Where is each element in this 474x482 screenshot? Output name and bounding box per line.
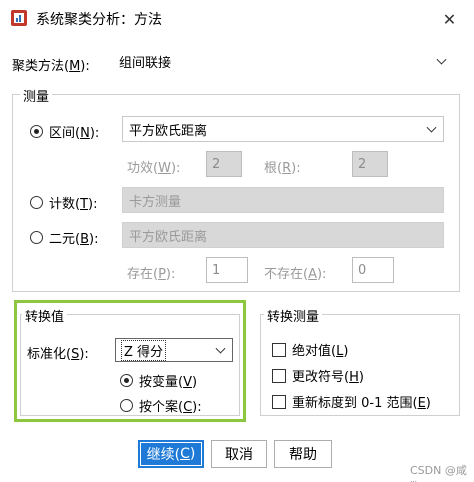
cancel-button[interactable]: 取消: [211, 440, 267, 468]
binary-measure-select[interactable]: 平方欧氏距离: [122, 222, 444, 248]
help-button[interactable]: 帮助: [274, 440, 332, 468]
root-field[interactable]: 2: [352, 151, 388, 177]
root-label: 根(R):: [264, 161, 301, 176]
radio-selected-icon: [30, 125, 43, 138]
binary-label: 二元(B):: [49, 232, 99, 247]
standardize-select[interactable]: Z 得分: [115, 338, 233, 362]
cluster-method-select[interactable]: 组间联接: [112, 48, 454, 74]
interval-radio[interactable]: 区间(N):: [30, 122, 99, 141]
transform-values-legend: 转换值: [22, 306, 68, 325]
binary-radio[interactable]: 二元(B):: [30, 228, 98, 247]
change-sign-checkbox[interactable]: 更改符号(H): [272, 366, 364, 385]
continue-button[interactable]: 继续(C): [138, 440, 204, 468]
checkbox-unchecked-icon: [272, 368, 286, 383]
standardize-label: 标准化(S):: [27, 347, 89, 362]
interval-measure-value: 平方欧氏距离: [129, 123, 208, 139]
counts-radio[interactable]: 计数(T):: [30, 193, 97, 212]
cluster-method-label: 聚类方法(M):: [12, 59, 90, 74]
present-field[interactable]: 1: [206, 257, 248, 283]
interval-measure-select[interactable]: 平方欧氏距离: [122, 116, 444, 142]
chevron-down-icon: [426, 122, 437, 133]
power-field[interactable]: 2: [206, 151, 242, 177]
counts-label: 计数(T):: [49, 197, 98, 212]
by-case-label: 按个案(C):: [139, 400, 202, 415]
close-icon: ✕: [442, 9, 457, 29]
window-title: 系统聚类分析：方法: [36, 12, 162, 28]
radio-selected-icon: [120, 374, 133, 387]
chevron-down-icon: [436, 54, 447, 65]
checkbox-unchecked-icon: [272, 342, 286, 357]
radio-unselected-icon: [30, 231, 43, 244]
checkbox-unchecked-icon: [272, 394, 286, 409]
rescale-label: 重新标度到 0-1 范围(E): [292, 396, 431, 411]
close-button[interactable]: ✕: [425, 0, 474, 38]
absolute-value-label: 绝对值(L): [292, 344, 349, 359]
absent-label: 不存在(A):: [264, 267, 327, 282]
power-label: 功效(W):: [127, 161, 181, 176]
by-variable-label: 按变量(V): [139, 375, 198, 390]
by-case-radio[interactable]: 按个案(C):: [120, 396, 202, 415]
watermark: CSDN @咸狗: [410, 464, 467, 482]
interval-label: 区间(N):: [49, 126, 100, 141]
counts-measure-select[interactable]: 卡方测量: [122, 187, 444, 213]
chevron-down-icon: [215, 343, 226, 354]
change-sign-label: 更改符号(H): [292, 370, 364, 385]
by-variable-radio[interactable]: 按变量(V): [120, 371, 197, 390]
transform-measures-legend: 转换测量: [264, 306, 323, 325]
absent-field[interactable]: 0: [352, 257, 394, 283]
absolute-value-checkbox[interactable]: 绝对值(L): [272, 340, 348, 359]
app-icon: [10, 9, 28, 27]
rescale-checkbox[interactable]: 重新标度到 0-1 范围(E): [272, 392, 431, 411]
cluster-method-value: 组间联接: [119, 55, 172, 71]
radio-unselected-icon: [30, 196, 43, 209]
radio-unselected-icon: [120, 399, 133, 412]
measure-legend: 测量: [20, 86, 53, 105]
present-label: 存在(P):: [127, 267, 176, 282]
